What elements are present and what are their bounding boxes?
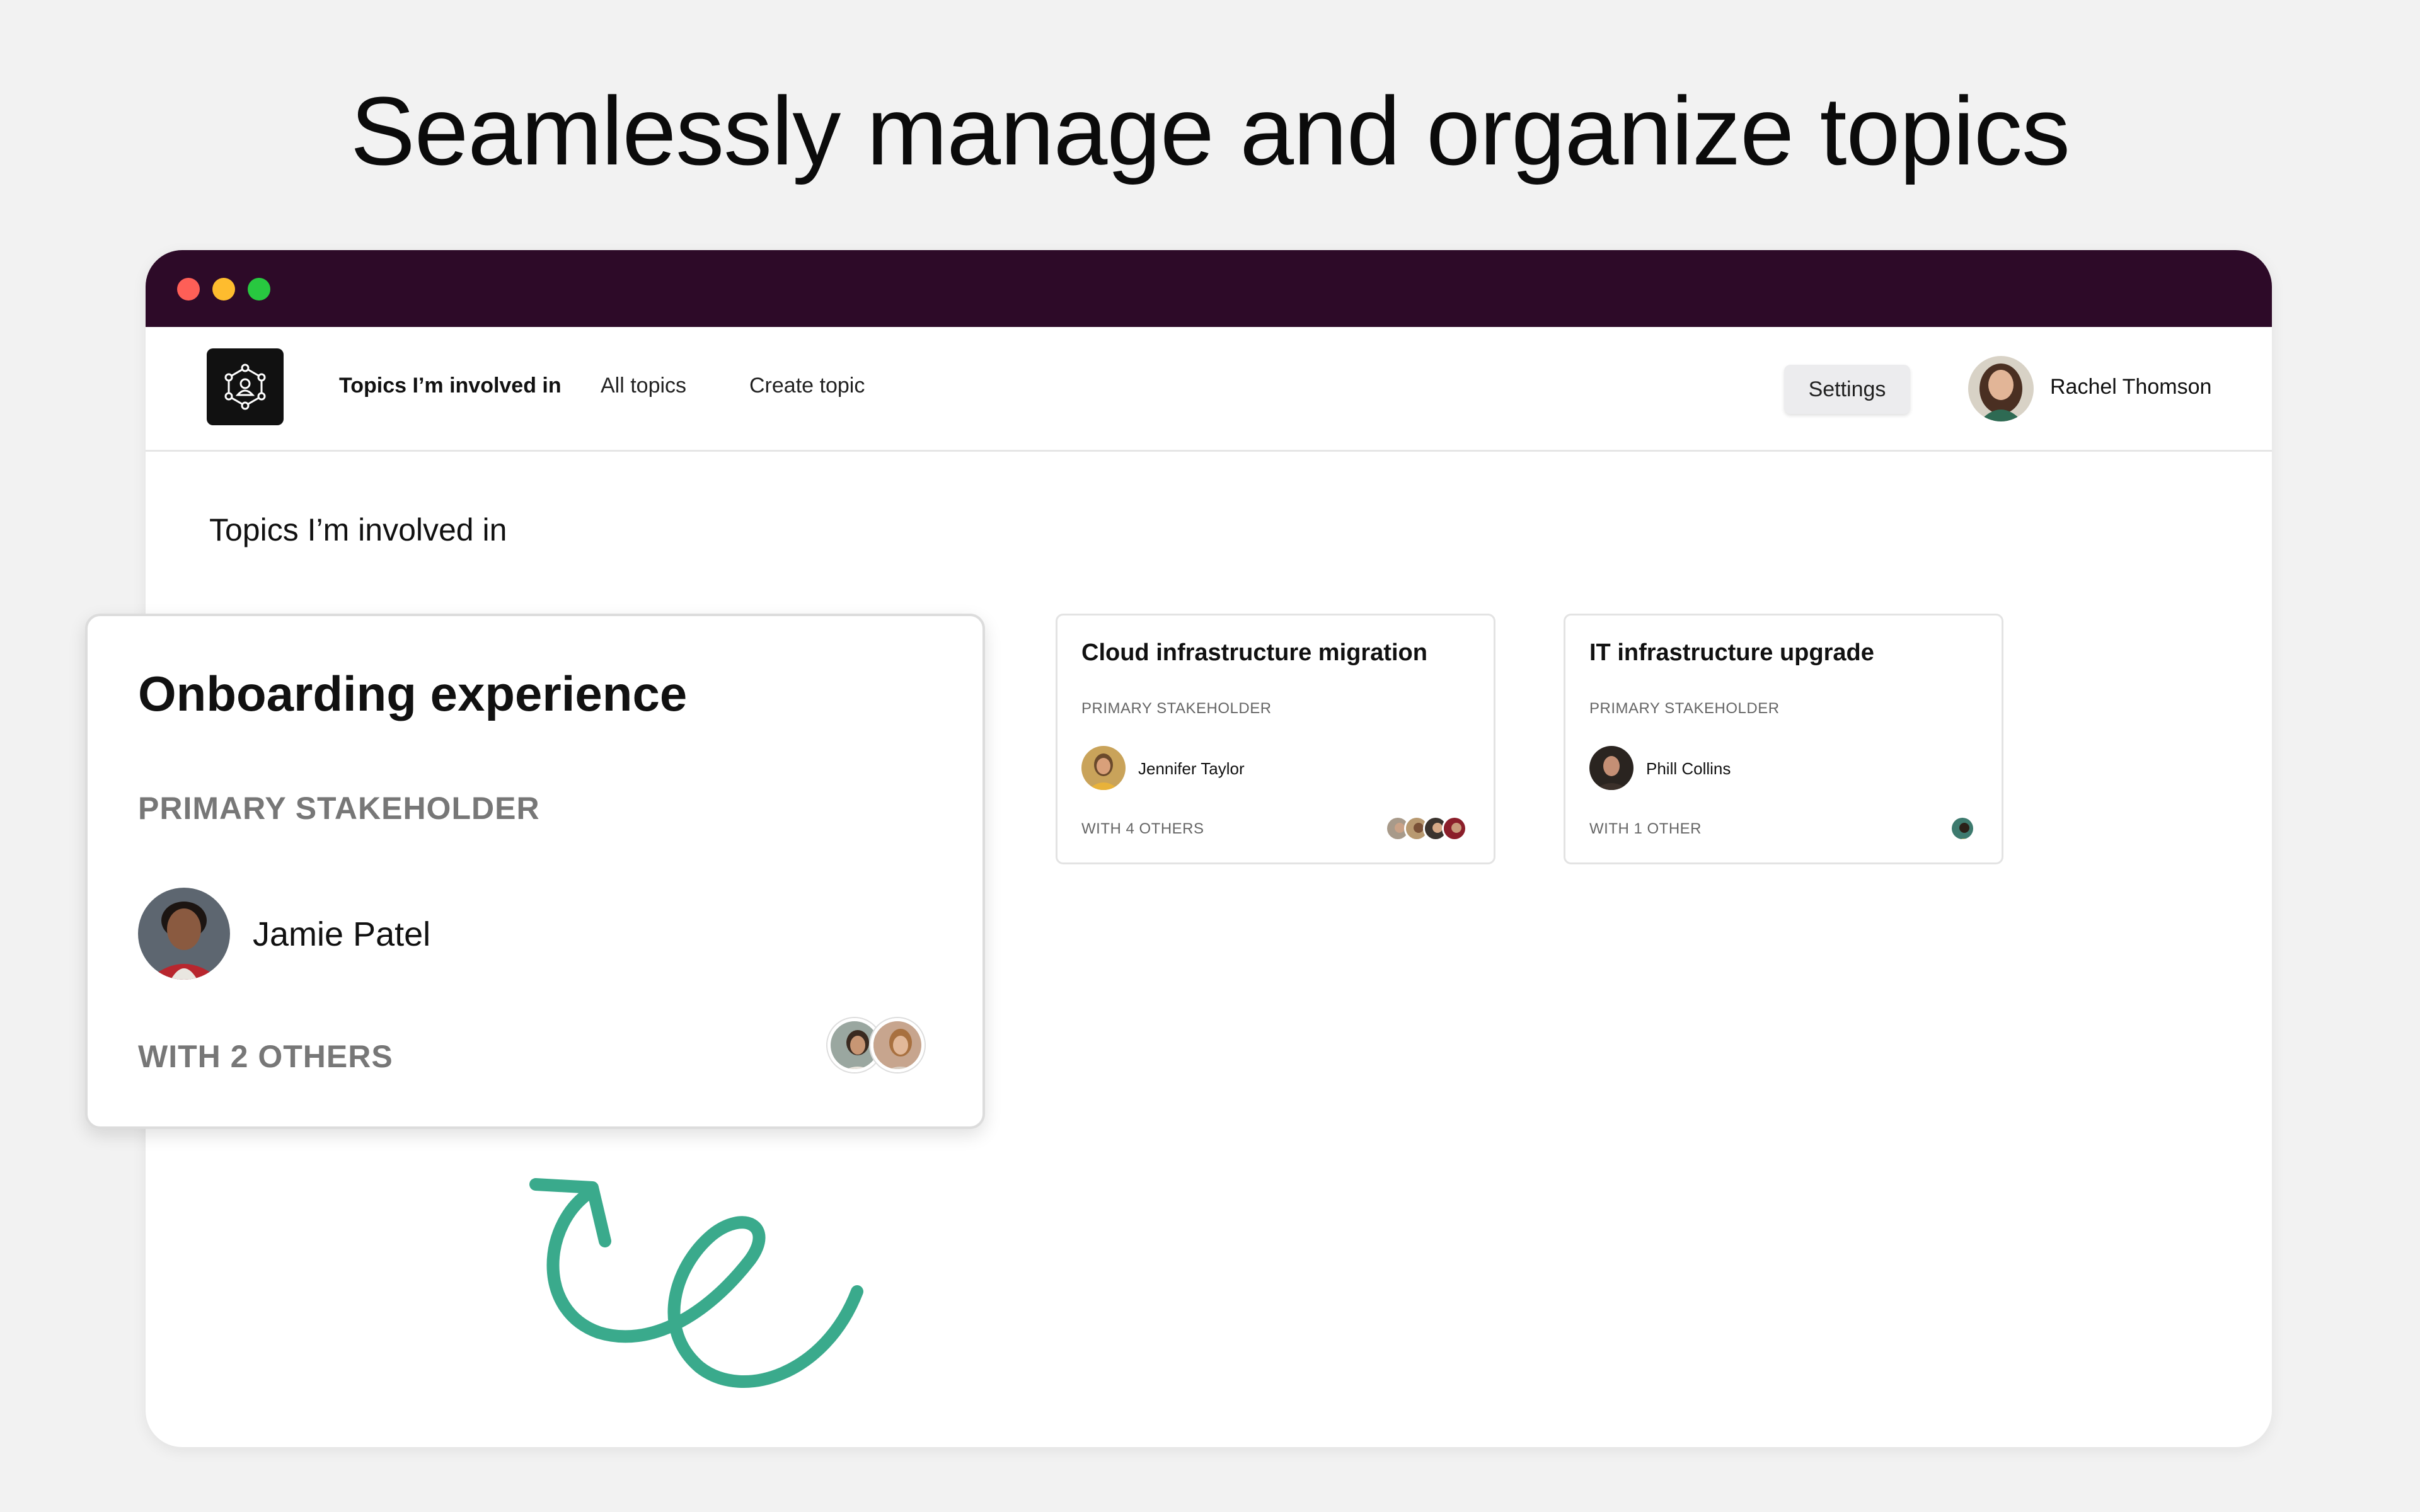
participant-avatars[interactable]	[1950, 816, 1975, 842]
stakeholder-name: Phill Collins	[1646, 759, 1731, 778]
nav-all-topics[interactable]: All topics	[601, 374, 686, 398]
avatar	[1081, 746, 1126, 790]
avatar[interactable]	[1968, 356, 2034, 421]
avatar	[138, 888, 230, 980]
page-headline: Seamlessly manage and organize topics	[350, 77, 2070, 185]
app-logo[interactable]	[207, 348, 284, 425]
curly-arrow-icon	[517, 1153, 870, 1418]
stakeholder-label: PRIMARY STAKEHOLDER	[138, 791, 540, 826]
window-titlebar	[146, 250, 2272, 327]
close-window-button[interactable]	[177, 278, 200, 301]
minimize-window-button[interactable]	[212, 278, 235, 301]
topic-title: IT infrastructure upgrade	[1589, 639, 1874, 666]
maximize-window-button[interactable]	[248, 278, 270, 301]
nav-create-topic[interactable]: Create topic	[749, 374, 865, 398]
section-title: Topics I’m involved in	[209, 512, 507, 547]
topic-card[interactable]: IT infrastructure upgrade PRIMARY STAKEH…	[1564, 614, 2003, 864]
stakeholder-name: Jamie Patel	[253, 915, 431, 953]
nav-topics-involved[interactable]: Topics I’m involved in	[339, 374, 562, 398]
others-count: WITH 4 OTHERS	[1081, 820, 1204, 837]
avatar	[1442, 816, 1467, 841]
others-count: WITH 2 OTHERS	[138, 1039, 393, 1074]
avatar	[870, 1018, 925, 1072]
stakeholder-label: PRIMARY STAKEHOLDER	[1589, 700, 1780, 717]
stakeholder-name: Jennifer Taylor	[1138, 759, 1245, 778]
others-count: WITH 1 OTHER	[1589, 820, 1702, 837]
top-navbar: Topics I’m involved in All topics Create…	[146, 327, 2272, 452]
avatar	[1950, 816, 1975, 841]
topic-card[interactable]: Cloud infrastructure migration PRIMARY S…	[1056, 614, 1495, 864]
user-name[interactable]: Rachel Thomson	[2050, 375, 2211, 399]
network-user-icon	[224, 364, 266, 410]
topic-title: Cloud infrastructure migration	[1081, 639, 1427, 666]
participant-avatars[interactable]	[827, 1018, 925, 1074]
topic-title: Onboarding experience	[138, 666, 688, 721]
featured-topic-card[interactable]: Onboarding experience PRIMARY STAKEHOLDE…	[85, 614, 985, 1129]
settings-button[interactable]: Settings	[1784, 365, 1910, 414]
avatar	[1589, 746, 1634, 790]
participant-avatars[interactable]	[1385, 816, 1467, 842]
stakeholder-label: PRIMARY STAKEHOLDER	[1081, 700, 1272, 717]
